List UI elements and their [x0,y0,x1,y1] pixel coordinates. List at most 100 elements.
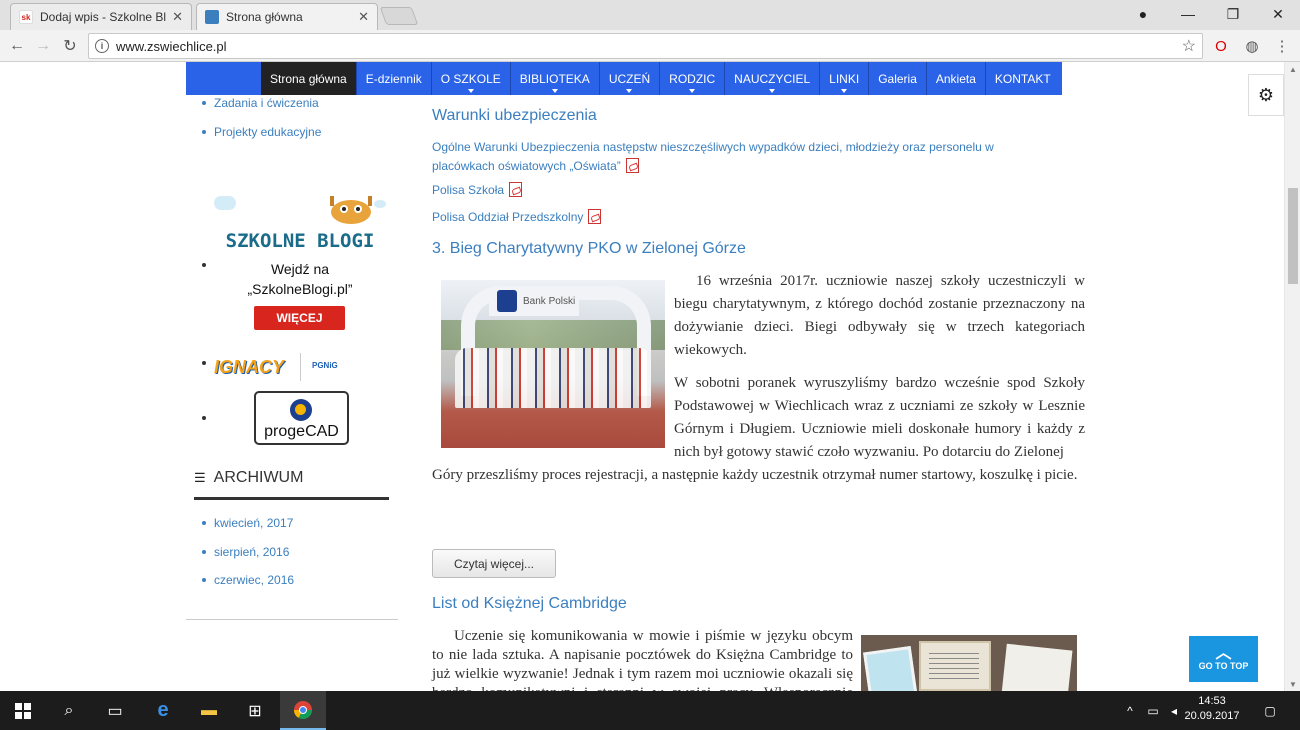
article-title-cambridge[interactable]: List od Księżnej Cambridge [432,595,627,613]
nav-item-biblioteka[interactable]: BIBLIOTEKA [511,62,600,95]
info-icon[interactable]: i [95,39,109,53]
nav-item-uczen[interactable]: UCZEŃ [600,62,661,95]
szkolne-blogi-line1: Wejdź na [270,261,330,277]
back-arrow-icon[interactable]: ← [5,34,29,58]
settings-gear-icon[interactable]: ⚙ [1248,74,1284,116]
nav-spacer [186,62,261,95]
insurance-link-text: Polisa Oddział Przedszkolny [432,210,584,224]
nav-item-linki[interactable]: LINKI [820,62,870,95]
article-photo-bieg[interactable]: Bank Polski [441,280,665,448]
browser-tabbar: sk Dodaj wpis - Szkolne Blo ✕ Strona głó… [0,0,1300,30]
insurance-heading[interactable]: Warunki ubezpieczenia [432,107,597,125]
dropdown-caret-icon [467,89,474,93]
minimize-icon[interactable]: — [1166,0,1210,28]
nav-item-kontakt[interactable]: KONTAKT [986,62,1060,95]
insurance-link-polisa-przedszkole[interactable]: Polisa Oddział Przedszkolny [432,208,602,227]
windows-start-icon[interactable] [0,691,46,730]
nav-item-label: KONTAKT [994,71,1051,86]
search-icon[interactable]: ⌕ [46,691,92,730]
store-icon[interactable]: ⊞ [232,691,278,730]
new-tab-button[interactable] [379,7,419,25]
nav-item-label: RODZIC [669,71,716,86]
shield-favicon-icon [205,10,219,24]
scroll-up-arrow-icon[interactable]: ▲ [1285,62,1300,76]
article-title-bieg[interactable]: 3. Bieg Charytatywny PKO w Zielonej Górz… [432,240,746,258]
nav-item-label: Strona główna [270,71,347,86]
group-of-runners [455,348,651,408]
progecad-banner[interactable]: progeCAD [254,391,349,445]
nav-item-o-szkole[interactable]: O SZKOLE [432,62,511,95]
page-scrollbar[interactable]: ▲ ▼ [1284,62,1300,691]
system-clock[interactable]: 14:53 20.09.2017 [1180,694,1244,724]
close-icon[interactable]: ✕ [172,9,183,25]
nav-item-label: NAUCZYCIEL [734,71,811,86]
tab-strona-glowna[interactable]: Strona główna ✕ [196,3,378,30]
sidebar-link-projekty[interactable]: Projekty edukacyjne [201,125,321,139]
extension-icon[interactable]: ◍ [1241,34,1263,58]
restore-icon[interactable]: ❐ [1211,0,1255,28]
archive-title: ARCHIWUM [213,469,304,486]
archive-link-2017-04[interactable]: kwiecień, 2017 [201,516,293,530]
task-view-icon[interactable]: ▭ [92,691,138,730]
archive-divider [194,497,389,500]
edge-icon[interactable]: e [140,691,186,730]
page-viewport: Strona główna E-dziennik O SZKOLE BIBLIO… [0,62,1284,691]
chrome-icon[interactable] [280,691,326,730]
close-icon[interactable]: ✕ [358,9,369,25]
nav-item-galeria[interactable]: Galeria [869,62,927,95]
sidebar-link-zadania[interactable]: Zadania i ćwiczenia [202,96,319,110]
nav-item-nauczyciel[interactable]: NAUCZYCIEL [725,62,821,95]
list-bullet [202,416,206,420]
nav-item-label: UCZEŃ [608,71,651,86]
notification-icon[interactable]: ▢ [1256,691,1284,730]
szkolne-blogi-title: SZKOLNE BLOGI [225,230,375,252]
chevron-up-icon[interactable]: ^ [1120,691,1140,730]
archive-heading: ☰ ARCHIWUM [194,467,389,489]
dropdown-caret-icon [841,89,848,93]
reload-icon[interactable]: ↻ [58,34,82,58]
clock-date: 20.09.2017 [1184,710,1240,722]
insurance-link-polisa-szkola[interactable]: Polisa Szkoła [432,181,523,200]
archive-link-2016-06[interactable]: czerwiec, 2016 [201,573,294,587]
tab-szkolne-blogi[interactable]: sk Dodaj wpis - Szkolne Blo ✕ [10,3,192,30]
forward-arrow-icon[interactable]: → [31,34,55,58]
battery-icon[interactable]: ▭ [1142,691,1164,730]
nav-item-label: Ankieta [935,71,976,86]
read-more-button[interactable]: Czytaj więcej... [432,549,556,578]
article-photo-postcards[interactable] [861,635,1077,691]
szkolne-blogi-favicon-icon: sk [19,10,33,24]
tab-title: Dodaj wpis - Szkolne Blo [40,10,167,24]
nav-item-strona-glowna[interactable]: Strona główna [261,62,357,95]
opera-extension-icon[interactable]: O [1210,34,1232,58]
szkolne-blogi-banner[interactable]: SZKOLNE BLOGI Wejdź na „SzkolneBlogi.pl”… [214,194,386,339]
go-to-top-label: GO TO TOP [1198,661,1249,671]
archive-link-2016-08[interactable]: sierpień, 2016 [201,545,289,559]
nav-item-label: LINKI [829,71,860,86]
insurance-link-ogolne[interactable]: Ogólne Warunki Ubezpieczenia następstw n… [432,138,1052,176]
profile-icon[interactable]: ● [1121,0,1165,28]
file-explorer-icon[interactable]: ▬ [186,691,232,730]
address-bar[interactable]: i www.zswiechlice.pl ☆ [88,33,1203,59]
dropdown-caret-icon [689,89,696,93]
pgnig-logo: PGNiG [312,361,338,370]
site-navigation: Strona główna E-dziennik O SZKOLE BIBLIO… [186,62,1062,95]
insurance-link-text: Polisa Szkoła [432,183,505,197]
ignacy-banner[interactable]: IGNACY PGNiG [214,351,390,383]
url-text: www.zswiechlice.pl [116,38,227,54]
list-icon: ☰ [194,470,206,485]
postcard [919,641,991,691]
bookmark-star-icon[interactable]: ☆ [1182,36,1196,56]
go-to-top-button[interactable]: ︿ GO TO TOP [1189,636,1258,682]
nav-item-rodzic[interactable]: RODZIC [660,62,726,95]
progecad-logo-icon [290,399,312,421]
scrollbar-thumb[interactable] [1288,188,1298,284]
wiecej-button[interactable]: WIĘCEJ [254,306,345,330]
tab-title: Strona główna [226,10,303,24]
nav-item-e-dziennik[interactable]: E-dziennik [357,62,432,95]
article-paragraph: Uczenie się komunikowania w mowie i piśm… [432,628,853,691]
browser-toolbar: ← → ↻ i www.zswiechlice.pl ☆ O ◍ ⋮ [0,30,1300,62]
scroll-down-arrow-icon[interactable]: ▼ [1285,677,1300,691]
nav-item-ankieta[interactable]: Ankieta [927,62,986,95]
menu-dots-icon[interactable]: ⋮ [1271,34,1293,58]
window-close-icon[interactable]: ✕ [1256,0,1300,28]
